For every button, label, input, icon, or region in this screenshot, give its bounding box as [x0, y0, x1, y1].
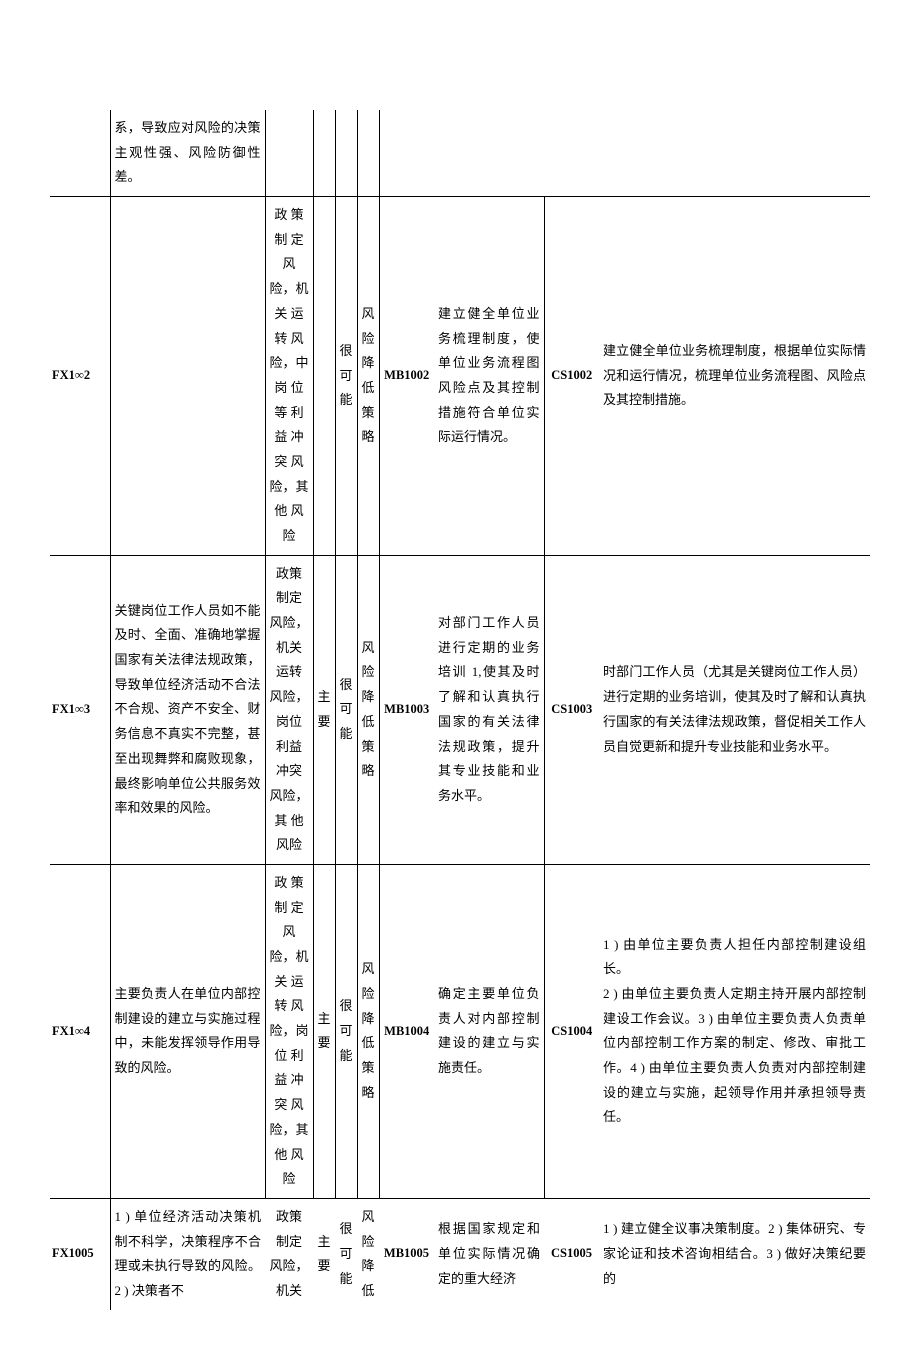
cell-target: 建立健全单位业务梳理制度，使单位业务流程图风险点及其控制措施符合单位实际运行情况…: [434, 197, 544, 556]
cell-desc: 关键岗位工作人员如不能及时、全面、准确地掌握国家有关法律法规政策，导致单位经济活…: [110, 555, 265, 864]
table-row: FX1∞2 政 策 制 定 风 险，机 关 运 转 风 险，中 岗 位 等 利 …: [50, 197, 870, 556]
cell-target: 对部门工作人员进行定期的业务培训 1,使其及时了解和认真执行国家的有关法律法规政…: [434, 555, 544, 864]
cell-code: FX1∞3: [50, 555, 110, 864]
cell-mb: MB1002: [379, 197, 434, 556]
cell-imp: [313, 110, 335, 197]
cell-imp: 主 要: [313, 555, 335, 864]
cell-risk: [265, 110, 313, 197]
cell-imp: 主 要: [313, 1198, 335, 1309]
cell-strat: 风 险 降 低: [357, 1198, 379, 1309]
cell-strat: 风 险 降 低 策 略: [357, 197, 379, 556]
cell-measure: 建立健全单位业务梳理制度，根据单位实际情况和运行情况，梳理单位业务流程图、风险点…: [599, 197, 870, 556]
cell-target: 确定主要单位负责人对内部控制建设的建立与实施责任。: [434, 864, 544, 1198]
cell-desc: 主要负责人在单位内部控制建设的建立与实施过程中，未能发挥领导作用导致的风险。: [110, 864, 265, 1198]
risk-table: 系，导致应对风险的决策主观性强、风险防御性差。 FX1∞2 政 策 制 定 风 …: [50, 110, 870, 1310]
cell-code: FX1∞2: [50, 197, 110, 556]
cell-target: 根据国家规定和单位实际情况确定的重大经济: [434, 1198, 544, 1309]
cell-risk: 政 策 制 定 风 险，机 关 运 转 风 险，中 岗 位 等 利 益 冲 突 …: [265, 197, 313, 556]
cell-prob: 很 可 能: [335, 1198, 357, 1309]
cell-risk: 政 策 制 定 风 险，机 关 运 转 风 险，岗 位 利 益 冲 突 风 险，…: [265, 864, 313, 1198]
cell-risk: 政策 制定 风险，机关 运转 风险，岗位 利益 冲突 风险，其 他 风险: [265, 555, 313, 864]
cell-mb: [379, 110, 434, 197]
cell-cs: [544, 110, 599, 197]
cell-target: [434, 110, 544, 197]
cell-measure: 1 ) 由单位主要负责人担任内部控制建设组长。 2 ) 由单位主要负责人定期主持…: [599, 864, 870, 1198]
cell-strat: 风 险 降 低 策 略: [357, 555, 379, 864]
cell-prob: 很 可 能: [335, 864, 357, 1198]
cell-strat: 风 险 降 低 策 略: [357, 864, 379, 1198]
cell-mb: MB1004: [379, 864, 434, 1198]
cell-cs: CS1002: [544, 197, 599, 556]
table-row-cont: 系，导致应对风险的决策主观性强、风险防御性差。: [50, 110, 870, 197]
cell-prob: 很 可 能: [335, 197, 357, 556]
cell-prob: 很 可 能: [335, 555, 357, 864]
cell-cs: CS1003: [544, 555, 599, 864]
cell-code: FX1005: [50, 1198, 110, 1309]
cell-prob: [335, 110, 357, 197]
cell-desc: 1 ) 单位经济活动决策机制不科学，决策程序不合理或未执行导致的风险。2 ) 决…: [110, 1198, 265, 1309]
cell-cs: CS1005: [544, 1198, 599, 1309]
cell-mb: MB1003: [379, 555, 434, 864]
table-row: FX1∞4 主要负责人在单位内部控制建设的建立与实施过程中，未能发挥领导作用导致…: [50, 864, 870, 1198]
cell-measure: [599, 110, 870, 197]
cell-desc: 系，导致应对风险的决策主观性强、风险防御性差。: [110, 110, 265, 197]
cell-measure: 1 ) 建立健全议事决策制度。2 ) 集体研究、专家论证和技术咨询相结合。3 )…: [599, 1198, 870, 1309]
table-row: FX1∞3 关键岗位工作人员如不能及时、全面、准确地掌握国家有关法律法规政策，导…: [50, 555, 870, 864]
cell-risk: 政策 制定 风险，机关: [265, 1198, 313, 1309]
cell-imp: [313, 197, 335, 556]
cell-imp: 主 要: [313, 864, 335, 1198]
cell-cs: CS1004: [544, 864, 599, 1198]
cell-code: [50, 110, 110, 197]
table-row: FX1005 1 ) 单位经济活动决策机制不科学，决策程序不合理或未执行导致的风…: [50, 1198, 870, 1309]
cell-mb: MB1005: [379, 1198, 434, 1309]
cell-strat: [357, 110, 379, 197]
cell-measure: 时部门工作人员（尤其是关键岗位工作人员）进行定期的业务培训，使其及时了解和认真执…: [599, 555, 870, 864]
cell-code: FX1∞4: [50, 864, 110, 1198]
cell-desc: [110, 197, 265, 556]
